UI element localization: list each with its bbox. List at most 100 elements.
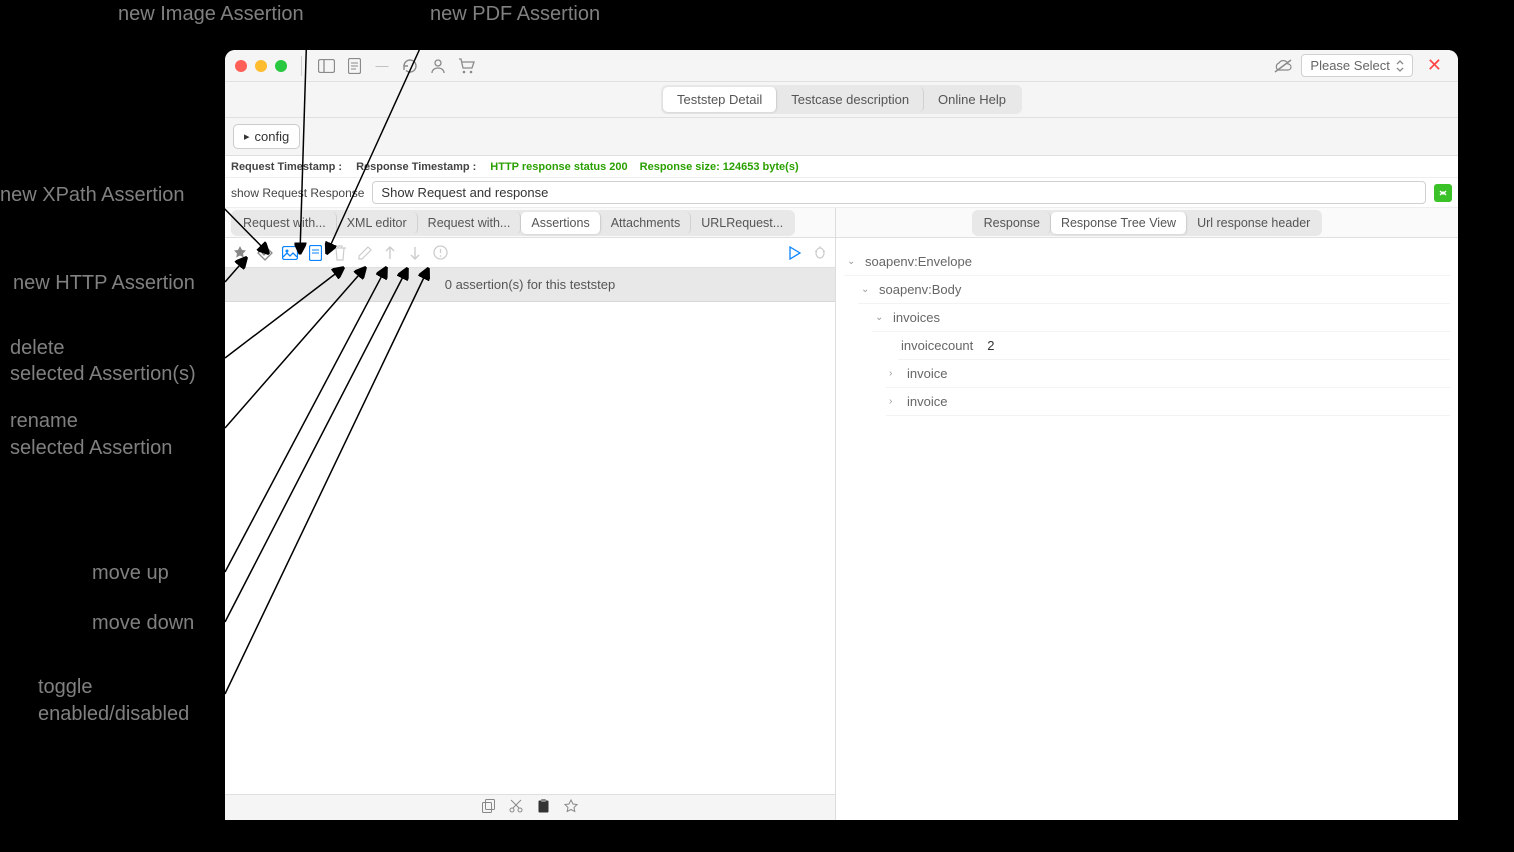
cloud-off-icon[interactable] bbox=[1273, 56, 1293, 76]
debug-icon[interactable] bbox=[811, 244, 829, 262]
paste-icon[interactable] bbox=[537, 799, 550, 816]
show-request-select[interactable]: Show Request and response bbox=[372, 181, 1426, 204]
right-inner-tabs-row: Response Response Tree View Url response… bbox=[836, 208, 1458, 238]
expand-button[interactable] bbox=[1434, 184, 1452, 202]
tab-response[interactable]: Response bbox=[974, 212, 1051, 234]
main-tabs: Teststep Detail Testcase description Onl… bbox=[661, 85, 1022, 114]
titlebar: — Please Select ✕ bbox=[225, 50, 1458, 82]
tab-url-request[interactable]: URLRequest... bbox=[691, 212, 793, 234]
tree-node-invoice-1[interactable]: › invoice bbox=[886, 360, 1450, 388]
sidebar-toggle-icon[interactable] bbox=[316, 56, 336, 76]
left-inner-tabs-row: Request with... XML editor Request with.… bbox=[225, 208, 835, 238]
http-status: HTTP response status 200 bbox=[490, 161, 627, 173]
move-up-icon[interactable] bbox=[381, 244, 399, 262]
show-request-label: show Request Response bbox=[231, 186, 364, 200]
response-tree: ⌄ soapenv:Envelope ⌄ soapenv:Body ⌄ invo… bbox=[836, 238, 1458, 426]
callout-rename-2: selected Assertion bbox=[10, 437, 172, 460]
assertion-toolbar bbox=[225, 238, 835, 268]
copy-icon[interactable] bbox=[482, 799, 495, 816]
chevron-down-icon: ⌄ bbox=[847, 256, 859, 267]
bottom-toolbar bbox=[225, 794, 835, 820]
tree-value: 2 bbox=[987, 338, 994, 353]
separator bbox=[301, 56, 302, 76]
new-xpath-assertion-icon[interactable] bbox=[256, 244, 274, 262]
assertion-list-header: 0 assertion(s) for this teststep bbox=[225, 268, 835, 302]
right-pane: Response Response Tree View Url response… bbox=[836, 208, 1458, 820]
new-pdf-assertion-icon[interactable] bbox=[306, 244, 324, 262]
expand-icon bbox=[1438, 188, 1448, 198]
chevron-right-icon: › bbox=[889, 368, 901, 379]
callout-xpath-assertion: new XPath Assertion bbox=[0, 184, 185, 207]
tree-node-body[interactable]: ⌄ soapenv:Body bbox=[858, 276, 1450, 304]
tree-node-invoices[interactable]: ⌄ invoices bbox=[872, 304, 1450, 332]
favorite-icon[interactable] bbox=[564, 799, 578, 816]
chevron-right-icon: ▸ bbox=[244, 130, 250, 143]
config-button[interactable]: ▸ config bbox=[233, 124, 300, 149]
window-zoom[interactable] bbox=[275, 60, 287, 72]
close-x-button[interactable]: ✕ bbox=[1421, 55, 1448, 76]
tab-response-tree[interactable]: Response Tree View bbox=[1051, 212, 1187, 234]
chevron-down-icon: ⌄ bbox=[875, 312, 887, 323]
cart-icon[interactable] bbox=[456, 56, 476, 76]
delete-assertion-icon[interactable] bbox=[331, 244, 349, 262]
callout-move-down: move down bbox=[92, 612, 194, 635]
toggle-enabled-icon[interactable] bbox=[431, 244, 449, 262]
rename-assertion-icon[interactable] bbox=[356, 244, 374, 262]
tab-testcase-description[interactable]: Testcase description bbox=[777, 87, 924, 112]
tab-online-help[interactable]: Online Help bbox=[924, 87, 1020, 112]
tree-node-envelope[interactable]: ⌄ soapenv:Envelope bbox=[844, 248, 1450, 276]
callout-move-up: move up bbox=[92, 562, 169, 585]
window-minimize[interactable] bbox=[255, 60, 267, 72]
tree-label: invoices bbox=[893, 310, 940, 325]
chevron-down-icon: ⌄ bbox=[861, 284, 873, 295]
callout-delete-2: selected Assertion(s) bbox=[10, 363, 196, 386]
main-tabs-row: Teststep Detail Testcase description Onl… bbox=[225, 82, 1458, 118]
tree-node-invoice-2[interactable]: › invoice bbox=[886, 388, 1450, 416]
chevron-right-icon: › bbox=[889, 396, 901, 407]
tab-request-with-1[interactable]: Request with... bbox=[233, 212, 337, 234]
assertion-list-body bbox=[225, 302, 835, 794]
tab-attachments[interactable]: Attachments bbox=[601, 212, 691, 234]
new-http-assertion-icon[interactable] bbox=[231, 244, 249, 262]
show-request-row: show Request Response Show Request and r… bbox=[225, 178, 1458, 208]
tree-label: invoice bbox=[907, 394, 947, 409]
app-window: — Please Select ✕ Teststep Detail Testca… bbox=[225, 50, 1458, 820]
updown-icon bbox=[1396, 60, 1404, 72]
response-size: Response size: 124653 byte(s) bbox=[640, 161, 799, 173]
left-inner-tabs: Request with... XML editor Request with.… bbox=[231, 210, 795, 236]
tab-xml-editor[interactable]: XML editor bbox=[337, 212, 418, 234]
request-timestamp-label: Request Timestamp : bbox=[231, 161, 342, 173]
callout-delete-1: delete bbox=[10, 337, 65, 360]
tree-label: soapenv:Body bbox=[879, 282, 961, 297]
config-label: config bbox=[255, 129, 290, 144]
new-image-assertion-icon[interactable] bbox=[281, 244, 299, 262]
window-close[interactable] bbox=[235, 60, 247, 72]
tree-label: invoicecount bbox=[901, 338, 973, 353]
tab-request-with-2[interactable]: Request with... bbox=[418, 212, 522, 234]
callout-toggle-2: enabled/disabled bbox=[38, 703, 189, 726]
tab-assertions[interactable]: Assertions bbox=[521, 212, 600, 234]
callout-image-assertion: new Image Assertion bbox=[118, 3, 304, 26]
assertion-count-label: 0 assertion(s) for this teststep bbox=[235, 277, 825, 292]
status-row: Request Timestamp : Response Timestamp :… bbox=[225, 156, 1458, 178]
project-select[interactable]: Please Select bbox=[1301, 54, 1413, 77]
move-down-icon[interactable] bbox=[406, 244, 424, 262]
left-pane: Request with... XML editor Request with.… bbox=[225, 208, 836, 820]
callout-rename-1: rename bbox=[10, 410, 78, 433]
cut-icon[interactable] bbox=[509, 799, 523, 816]
response-timestamp-label: Response Timestamp : bbox=[356, 161, 476, 173]
run-icon[interactable] bbox=[786, 244, 804, 262]
dash-icon[interactable]: — bbox=[372, 56, 392, 76]
tab-teststep-detail[interactable]: Teststep Detail bbox=[663, 87, 777, 112]
callout-http-assertion: new HTTP Assertion bbox=[13, 272, 195, 295]
document-icon[interactable] bbox=[344, 56, 364, 76]
tab-url-response-header[interactable]: Url response header bbox=[1187, 212, 1320, 234]
callout-toggle-1: toggle bbox=[38, 676, 93, 699]
config-row: ▸ config bbox=[225, 118, 1458, 156]
right-inner-tabs: Response Response Tree View Url response… bbox=[972, 210, 1323, 236]
split-pane: Request with... XML editor Request with.… bbox=[225, 208, 1458, 820]
tree-node-invoicecount[interactable]: invoicecount 2 bbox=[898, 332, 1450, 360]
tree-label: soapenv:Envelope bbox=[865, 254, 972, 269]
refresh-icon[interactable] bbox=[400, 56, 420, 76]
user-icon[interactable] bbox=[428, 56, 448, 76]
